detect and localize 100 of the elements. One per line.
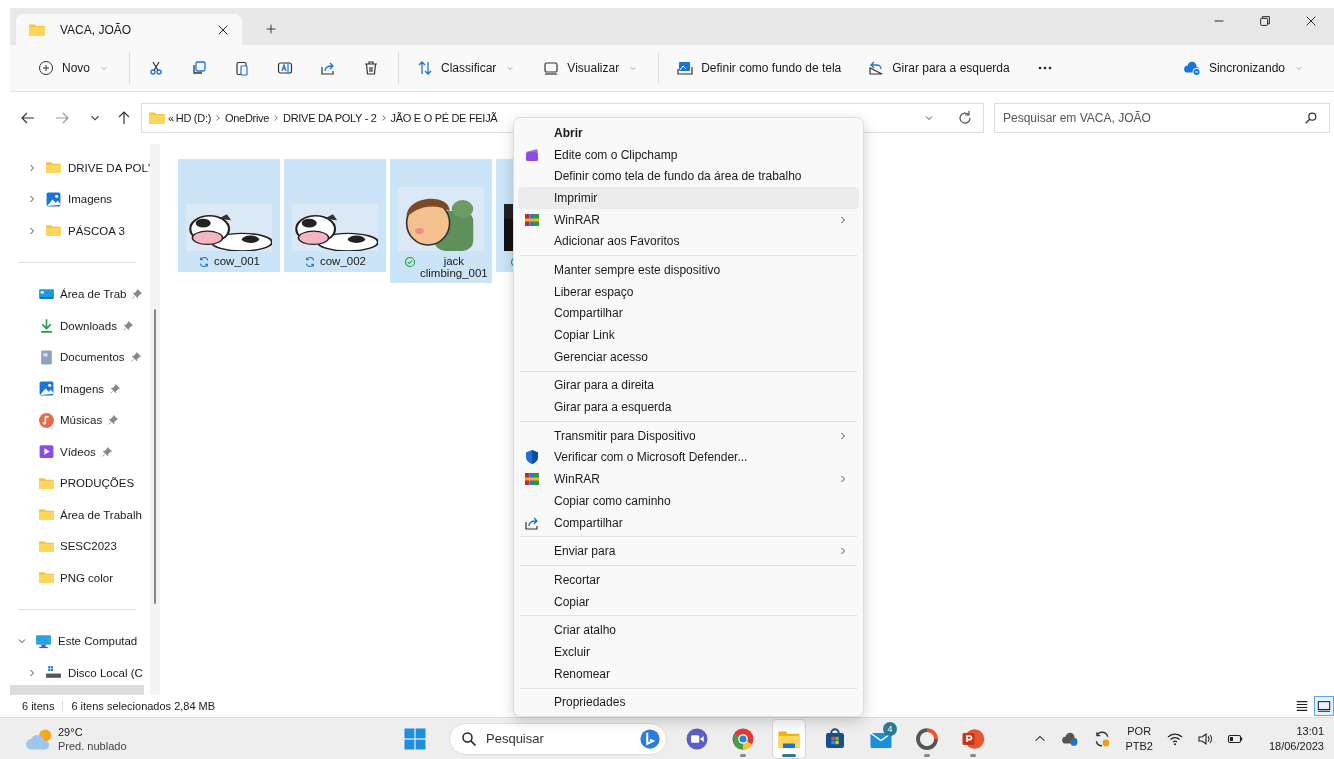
taskbar-app-button[interactable] [773,719,805,758]
b-logo-icon[interactable] [639,727,661,750]
running-indicator [924,753,930,757]
pictures-icon [45,190,62,208]
menu-item[interactable]: Definir como tela de fundo da área de trabalho [518,165,859,188]
up-arrow-icon[interactable] [116,110,132,126]
menu-item[interactable]: Manter sempre este dispositivo [518,259,859,281]
menu-item[interactable]: Gerenciar acesso [518,345,859,368]
menu-item[interactable]: Renomear [518,662,859,685]
rotate-button[interactable]: Girar para a esquerda [860,52,1018,84]
breadcrumb[interactable]: OneDrive [225,112,270,124]
language-code[interactable]: POR [1127,723,1152,739]
horizontal-scrollbar[interactable] [10,685,144,695]
tiles-view-button[interactable] [1314,696,1334,716]
sidebar-item[interactable]: Área de Trab [0,278,151,310]
menu-item[interactable]: Recortar [518,569,859,591]
sidebar-item[interactable]: Disco Local (C [0,657,151,689]
sort-button[interactable]: Classificar [409,52,525,84]
search-icon [1304,111,1318,125]
menu-item[interactable]: Transmitir para Dispositivo [518,424,859,447]
refresh-icon[interactable] [957,110,973,126]
menu-item[interactable]: Enviar para [518,540,859,563]
running-indicator [740,753,746,757]
sidebar-item[interactable]: Este Computad [0,625,151,657]
menu-item[interactable]: WinRAR [518,208,859,231]
sidebar-item[interactable]: PÁSCOA 3 [0,215,151,247]
menu-item[interactable]: Imprimir [518,187,859,209]
sidebar-item[interactable]: PRODUÇÕES [0,467,151,499]
view-button[interactable]: Visualizar [535,52,648,84]
menu-item[interactable]: Liberar espaço [518,280,859,303]
menu-item[interactable]: Copiar Link [518,324,859,346]
menu-item[interactable]: Propriedades [518,691,859,714]
restore-icon[interactable] [1258,13,1272,28]
sidebar-item[interactable]: Área de Trabalh [0,499,151,531]
pictures-icon [38,380,55,398]
sidebar-item[interactable]: Imagens [0,373,151,405]
search-field[interactable]: Pesquisar em VACA, JOÃO [994,103,1330,133]
clock-time[interactable]: 13:01 [1296,723,1324,739]
file-tile[interactable]: jack climbing_001 [390,159,492,283]
ring-icon [915,726,939,751]
temperature[interactable]: 29°C [58,724,127,739]
speaker-icon[interactable] [1196,730,1213,747]
menu-item[interactable]: Copiar como caminho [518,490,859,512]
weather-condition[interactable]: Pred. nublado [58,738,127,753]
wallpaper-icon [677,60,694,76]
shield-icon [524,449,540,466]
sidebar-item[interactable]: Vídeos [0,436,151,468]
rename-icon [277,60,293,76]
sync-status-button[interactable]: Sincronizando [1174,52,1313,84]
file-tile[interactable]: cow_001 [178,159,280,272]
window-tab[interactable]: VACA, JOÃO [16,14,242,45]
menu-item[interactable]: Edite com o Clipchamp [518,143,859,166]
menu-item[interactable]: Compartilhar [518,302,859,325]
file-name: cow_002 [319,255,366,267]
taskbar-app-button[interactable]: 4 [865,719,897,758]
keyboard-layout[interactable]: PTB2 [1125,738,1153,754]
archive-icon [524,211,540,228]
new-tab-icon[interactable] [264,22,278,36]
store-bag-icon [823,726,847,751]
running-indicator [970,753,976,757]
sidebar-item[interactable]: PNG color [0,562,151,594]
menu-item[interactable]: Verificar com o Microsoft Defender... [518,446,859,469]
sidebar-item[interactable]: SESC2023 [0,530,151,562]
sidebar-item[interactable]: Downloads [0,310,151,342]
menu-item[interactable]: WinRAR [518,468,859,490]
wallpaper-button[interactable]: Definir como fundo de tela [669,52,850,84]
menu-item[interactable]: Criar atalho [518,619,859,642]
menu-item[interactable]: Girar para a esquerda [518,396,859,418]
monitor-icon [543,60,560,76]
breadcrumb[interactable]: HD (D:) [175,112,211,124]
taskbar-search-field[interactable]: Pesquisar [449,722,667,755]
menu-item[interactable]: Compartilhar [518,511,859,534]
sidebar-item[interactable]: Imagens [0,183,151,215]
rotate-left-icon [868,60,885,76]
scrollbar-thumb[interactable] [154,309,157,604]
menu-item[interactable]: Girar para a direita [518,374,859,397]
clock-date[interactable]: 18/06/2023 [1268,738,1324,754]
sidebar-item[interactable]: DRIVE DA POL' [0,152,151,184]
windows-logo-icon[interactable] [403,726,427,751]
menu-item[interactable]: Adicionar aos Favoritos [518,230,859,253]
back-arrow-icon[interactable] [20,110,36,126]
new-button[interactable]: Novo [30,52,118,84]
forward-arrow-icon[interactable] [54,110,70,126]
breadcrumb[interactable]: DRIVE DA POLY - 2 [283,112,377,124]
sidebar-item[interactable]: Músicas [0,404,151,436]
presentation-icon [961,726,985,751]
breadcrumb[interactable]: JÃO E O PÉ DE FEIJÃ [390,112,498,124]
overflow-glyph[interactable]: « [168,112,174,124]
video-icon [38,443,55,461]
scissors-icon [148,60,164,76]
monitor-icon [35,632,52,650]
menu-item[interactable]: Copiar [518,590,859,613]
folder-icon [148,109,166,127]
file-tile[interactable]: cow_002 [284,159,386,272]
menu-item[interactable]: Excluir [518,641,859,663]
chrome-icon [731,726,755,751]
menu-item[interactable]: Abrir [518,122,859,144]
sidebar-item[interactable]: Documentos [0,341,151,373]
sync-icon[interactable] [1093,729,1112,748]
trash-icon [363,60,379,76]
